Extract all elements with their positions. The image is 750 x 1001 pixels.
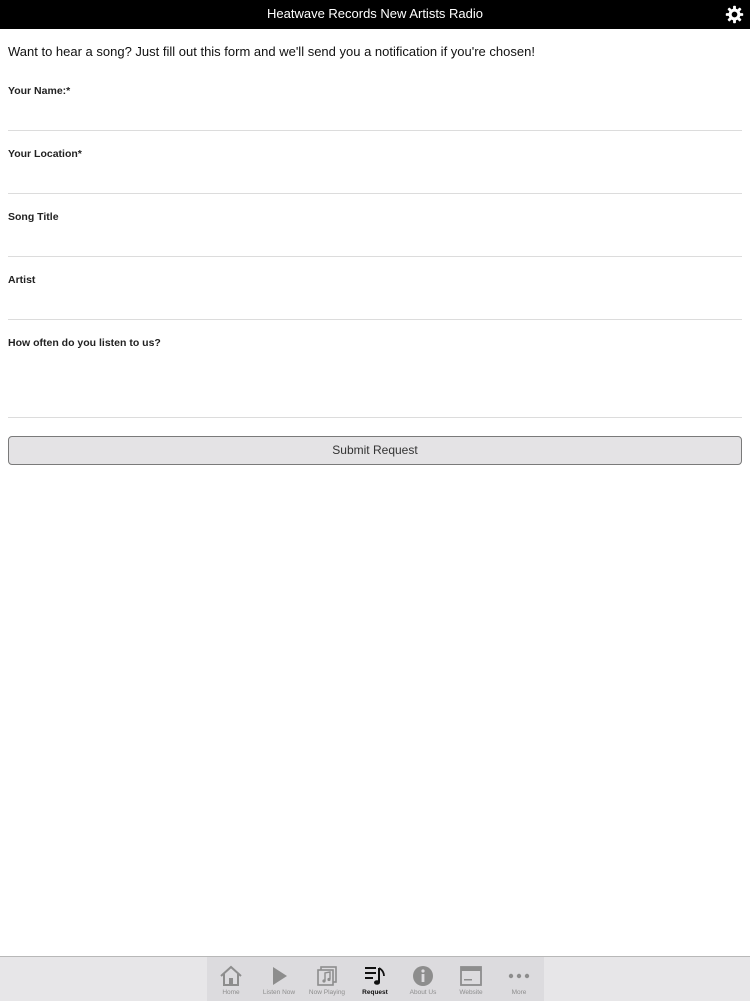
- tab-now-playing[interactable]: Now Playing: [303, 957, 351, 1001]
- listen-frequency-label: How often do you listen to us?: [8, 337, 161, 349]
- tab-website[interactable]: Website: [447, 957, 495, 1001]
- info-icon: [413, 966, 433, 986]
- app-title: Heatwave Records New Artists Radio: [266, 6, 484, 21]
- artist-field: Artist: [8, 274, 742, 320]
- location-label: Your Location*: [8, 148, 82, 160]
- top-bar: Heatwave Records New Artists Radio: [0, 0, 750, 29]
- song-title-field: Song Title: [8, 211, 742, 257]
- tab-listen-now[interactable]: Listen Now: [255, 957, 303, 1001]
- name-input[interactable]: [8, 105, 742, 125]
- more-icon: [508, 973, 530, 979]
- name-label: Your Name:*: [8, 85, 71, 97]
- artist-label: Artist: [8, 274, 36, 286]
- tab-more-label: More: [511, 989, 527, 996]
- location-field: Your Location*: [8, 148, 742, 194]
- tab-bar: Home Listen Now Now Playing Request Abou…: [0, 956, 750, 1001]
- gear-icon[interactable]: [725, 5, 744, 24]
- location-input[interactable]: [8, 168, 742, 188]
- listen-frequency-field: How often do you listen to us?: [8, 337, 742, 418]
- song-title-label: Song Title: [8, 211, 59, 223]
- submit-request-button[interactable]: Submit Request: [8, 436, 742, 465]
- browser-icon: [460, 966, 482, 986]
- play-icon: [273, 967, 287, 985]
- tab-about-us[interactable]: About Us: [399, 957, 447, 1001]
- tab-group: Home Listen Now Now Playing Request Abou…: [207, 957, 544, 1001]
- form-intro: Want to hear a song? Just fill out this …: [8, 44, 535, 59]
- music-note-icon: [317, 966, 337, 986]
- name-field: Your Name:*: [8, 85, 742, 131]
- artist-input[interactable]: [8, 294, 742, 314]
- tab-request[interactable]: Request: [351, 957, 399, 1001]
- playlist-icon: [365, 967, 385, 985]
- tab-home[interactable]: Home: [207, 957, 255, 1001]
- tab-more[interactable]: More: [495, 957, 543, 1001]
- listen-frequency-textarea[interactable]: [8, 355, 742, 411]
- home-icon: [220, 965, 242, 986]
- song-title-input[interactable]: [8, 231, 742, 251]
